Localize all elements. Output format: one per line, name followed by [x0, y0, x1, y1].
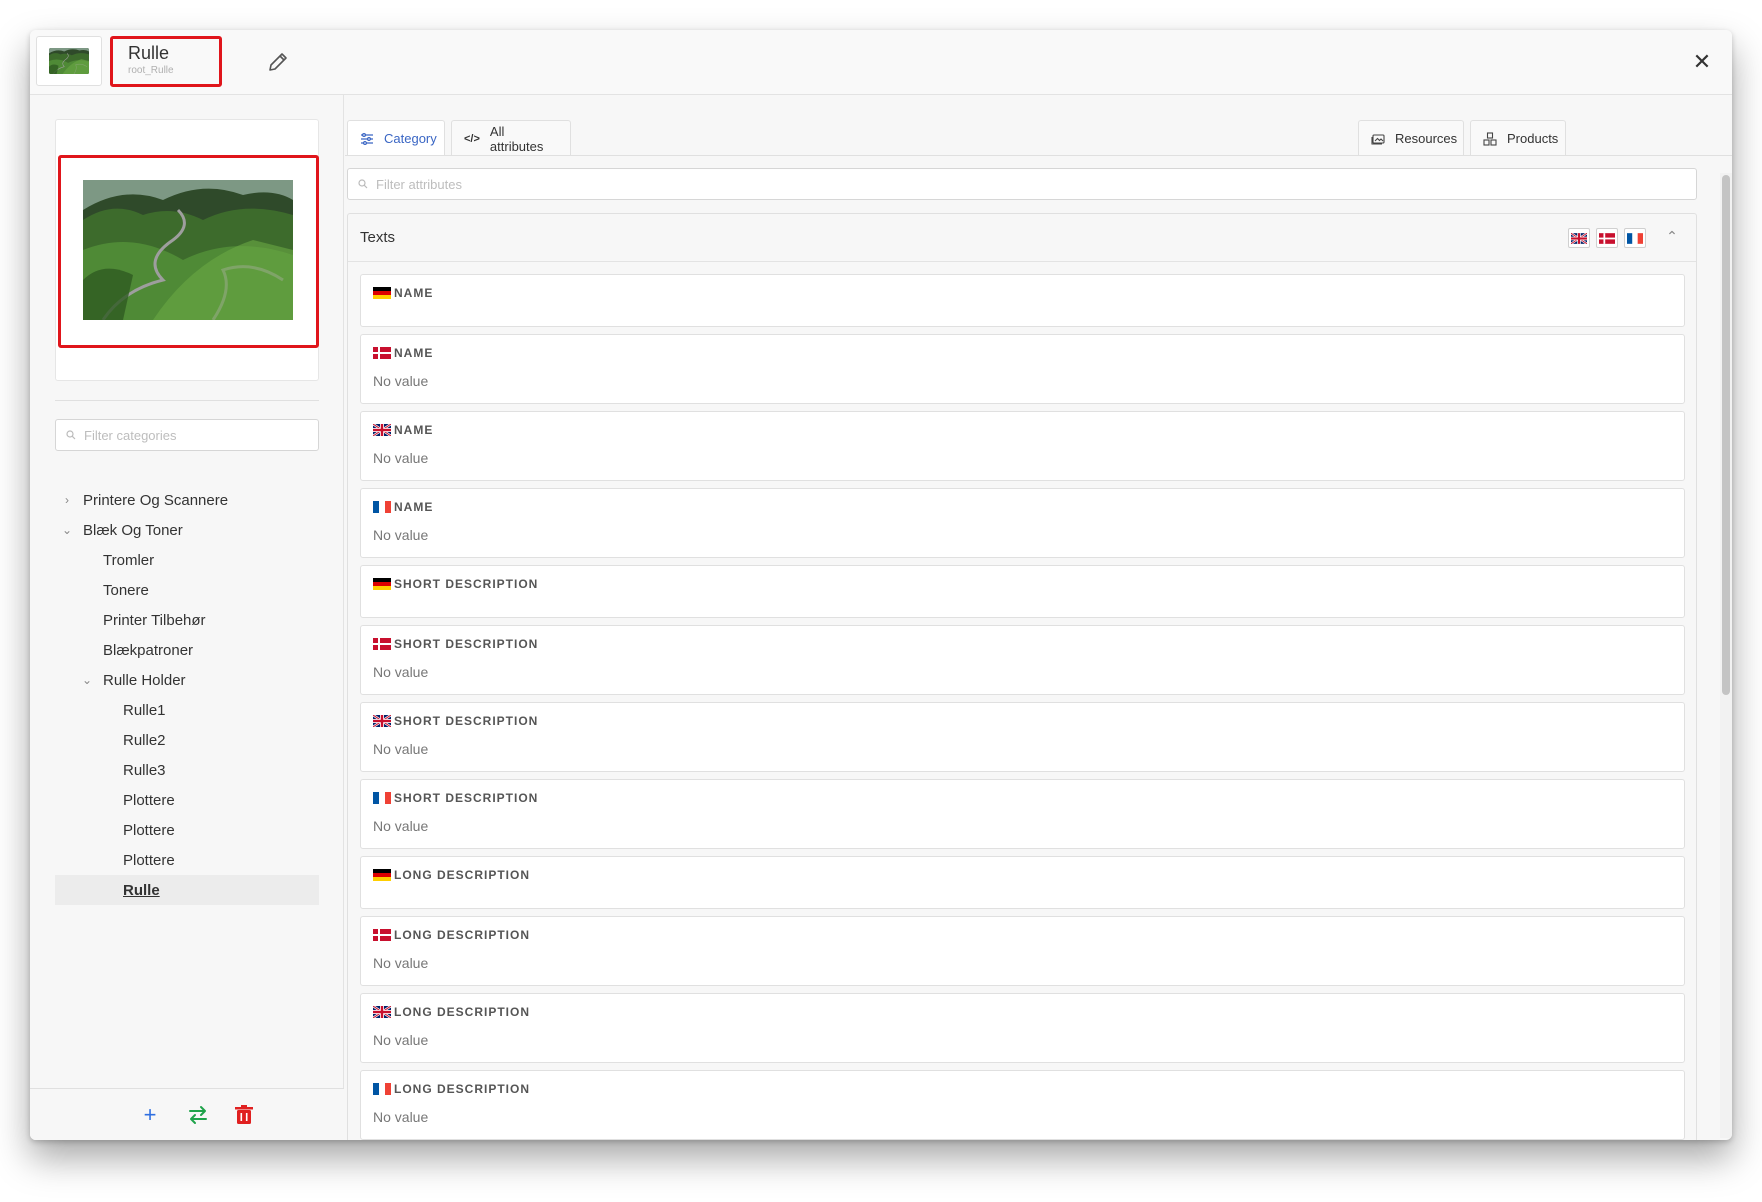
tree-item-selected[interactable]: Rulle	[55, 875, 319, 905]
thumbnail-image	[49, 48, 89, 74]
chevron-up-icon[interactable]: ⌃	[1664, 228, 1680, 244]
field-value: No value	[373, 527, 429, 543]
attribute-field[interactable]: LONG DESCRIPTION No value	[360, 993, 1685, 1063]
close-icon[interactable]: ✕	[1692, 51, 1712, 73]
attribute-field[interactable]: LONG DESCRIPTION No value	[360, 916, 1685, 986]
filter-categories-field[interactable]	[55, 419, 319, 451]
field-value: No value	[373, 818, 429, 834]
language-toggle-gb[interactable]	[1568, 228, 1590, 248]
language-toggle-fr[interactable]	[1624, 228, 1646, 248]
tree-item[interactable]: Tromler	[55, 545, 319, 575]
category-image-card	[55, 119, 319, 381]
tree-item[interactable]: Tonere	[55, 575, 319, 605]
chevron-down-icon[interactable]: ⌄	[81, 674, 93, 686]
flag-dk-icon	[1599, 233, 1615, 244]
flag-de-icon	[373, 287, 391, 299]
images-icon	[1371, 131, 1385, 147]
tree-item[interactable]: Rulle2	[55, 725, 319, 755]
tree-item[interactable]: Rulle3	[55, 755, 319, 785]
attribute-field[interactable]: SHORT DESCRIPTION No value	[360, 702, 1685, 772]
tree-item[interactable]: › Printere Og Scannere	[55, 485, 319, 515]
filter-attributes-input[interactable]	[376, 176, 1676, 192]
flag-dk-icon	[373, 929, 391, 941]
tree-item[interactable]: ⌄ Blæk Og Toner	[55, 515, 319, 545]
tree-item[interactable]: Rulle1	[55, 695, 319, 725]
scrollbar-thumb[interactable]	[1722, 175, 1730, 695]
scrollbar[interactable]	[1720, 173, 1732, 1138]
attribute-field[interactable]: LONG DESCRIPTION No value	[360, 1070, 1685, 1140]
category-image-frame[interactable]	[58, 155, 319, 348]
field-value: No value	[373, 1109, 429, 1125]
chevron-down-icon[interactable]: ⌄	[61, 524, 73, 536]
field-value: No value	[373, 741, 429, 757]
filter-attributes-field[interactable]	[347, 168, 1697, 200]
flag-gb-icon	[373, 1006, 391, 1018]
flag-gb-icon	[1571, 233, 1587, 244]
tree-item[interactable]: Plottere	[55, 845, 319, 875]
field-value: No value	[373, 1032, 429, 1048]
attribute-field[interactable]: SHORT DESCRIPTION No value	[360, 779, 1685, 849]
category-thumbnail[interactable]	[36, 36, 102, 86]
flag-dk-icon	[373, 347, 391, 359]
divider	[55, 400, 319, 401]
texts-section: Texts ⌃ NAME NAME No value NAME No value N…	[347, 213, 1697, 1140]
flag-dk-icon	[373, 638, 391, 650]
attribute-field[interactable]: NAME No value	[360, 334, 1685, 404]
flag-de-icon	[373, 578, 391, 590]
plus-icon[interactable]: +	[138, 1103, 162, 1127]
tree-item[interactable]: Blækpatroner	[55, 635, 319, 665]
field-value: No value	[373, 373, 429, 389]
tree-item[interactable]: Printer Tilbehør	[55, 605, 319, 635]
flag-fr-icon	[373, 501, 391, 513]
texts-section-header[interactable]: Texts ⌃	[348, 214, 1696, 262]
flag-gb-icon	[373, 715, 391, 727]
attribute-fields: NAME NAME No value NAME No value NAME No va…	[360, 274, 1685, 1140]
category-tree: › Printere Og Scannere ⌄ Blæk Og Toner Tro…	[55, 485, 319, 905]
flag-fr-icon	[373, 792, 391, 804]
attribute-field[interactable]: LONG DESCRIPTION	[360, 856, 1685, 909]
swap-arrows-icon[interactable]	[186, 1103, 210, 1127]
language-toggle-dk[interactable]	[1596, 228, 1618, 248]
field-value: No value	[373, 955, 429, 971]
sidebar-footer: +	[30, 1088, 344, 1140]
tab-all-attributes[interactable]: </> All attributes	[451, 120, 571, 156]
tabs-divider	[345, 155, 1732, 156]
code-icon: </>	[464, 132, 480, 145]
filter-categories-input[interactable]	[84, 427, 304, 443]
tree-item[interactable]: Plottere	[55, 815, 319, 845]
field-value: No value	[373, 450, 429, 466]
pencil-icon[interactable]	[266, 50, 290, 74]
tab-products[interactable]: Products	[1470, 120, 1566, 156]
flag-gb-icon	[373, 424, 391, 436]
flag-de-icon	[373, 869, 391, 881]
editor-header: Rulle root_Rulle ✕	[30, 30, 1732, 95]
attribute-field[interactable]: NAME	[360, 274, 1685, 327]
section-title: Texts	[360, 229, 396, 246]
flag-fr-icon	[1627, 233, 1643, 244]
attribute-field[interactable]: SHORT DESCRIPTION	[360, 565, 1685, 618]
category-editor-window: Rulle root_Rulle ✕ ›Printere Og Scannere…	[30, 30, 1732, 1140]
boxes-icon	[1483, 131, 1497, 147]
search-icon	[358, 179, 368, 189]
field-value: No value	[373, 664, 429, 680]
trash-icon[interactable]	[232, 1103, 256, 1127]
flag-fr-icon	[373, 1083, 391, 1095]
category-image	[83, 180, 293, 320]
search-icon	[66, 430, 76, 440]
tab-category[interactable]: Category	[347, 120, 445, 156]
attribute-field[interactable]: NAME No value	[360, 488, 1685, 558]
category-sidebar: ›Printere Og Scannere ⌄Blæk Og Toner Tro…	[30, 95, 344, 1140]
tree-item[interactable]: Plottere	[55, 785, 319, 815]
sliders-icon	[360, 131, 374, 147]
category-title: Rulle	[128, 43, 170, 63]
attribute-field[interactable]: SHORT DESCRIPTION No value	[360, 625, 1685, 695]
attributes-panel: Category </> All attributes Resources Pr…	[345, 95, 1732, 1140]
tree-item[interactable]: ⌄ Rulle Holder	[55, 665, 319, 695]
tab-resources[interactable]: Resources	[1358, 120, 1464, 156]
chevron-right-icon[interactable]: ›	[61, 494, 73, 506]
language-toggles	[1568, 228, 1646, 248]
attribute-field[interactable]: NAME No value	[360, 411, 1685, 481]
category-code: root_Rulle	[128, 65, 174, 76]
category-title-box: Rulle root_Rulle	[110, 36, 222, 87]
